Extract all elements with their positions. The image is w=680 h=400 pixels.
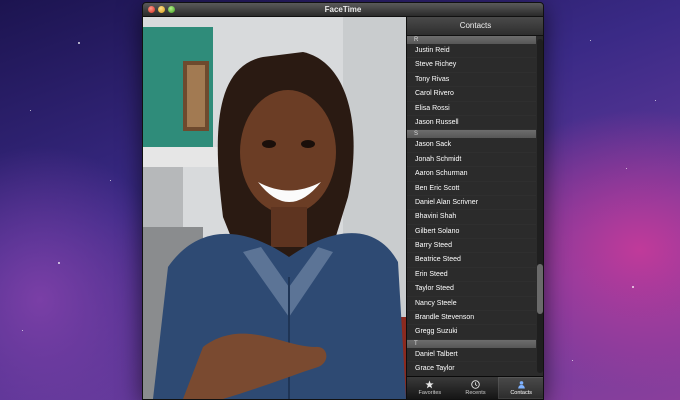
- contact-row[interactable]: Gregg Suzuki: [407, 325, 536, 339]
- video-preview: [143, 17, 406, 399]
- tab-contacts[interactable]: Contacts: [498, 377, 543, 399]
- contact-row[interactable]: Jonah Schmidt: [407, 153, 536, 167]
- video-feed-image: [143, 17, 406, 399]
- title-bar[interactable]: FaceTime: [143, 3, 543, 17]
- contact-row[interactable]: Steve Richey: [407, 58, 536, 72]
- facetime-window: FaceTime Contacts R Justin Reid Steve Ri…: [142, 2, 544, 400]
- star-icon: [425, 380, 434, 389]
- contacts-header: Contacts: [407, 17, 543, 36]
- contact-row[interactable]: Daniel Talbert: [407, 348, 536, 362]
- contact-row[interactable]: Grace Taylor: [407, 362, 536, 376]
- contact-row[interactable]: Justin Reid: [407, 44, 536, 58]
- person-icon: [517, 381, 525, 389]
- section-header-s: S: [407, 130, 536, 139]
- contact-row[interactable]: Jason Sack: [407, 138, 536, 152]
- contact-row[interactable]: Daniel Alan Scrivner: [407, 196, 536, 210]
- contact-row[interactable]: Taylor Steed: [407, 282, 536, 296]
- contact-row[interactable]: Aaron Schurman: [407, 167, 536, 181]
- contact-row[interactable]: Gilbert Solano: [407, 225, 536, 239]
- contact-row[interactable]: Jason Russell: [407, 116, 536, 130]
- scroll-thumb[interactable]: [537, 264, 543, 314]
- contact-row[interactable]: Carol Rivero: [407, 87, 536, 101]
- section-header-t: T: [407, 339, 536, 348]
- contact-row[interactable]: Brandle Stevenson: [407, 311, 536, 325]
- contacts-scrollbar[interactable]: [537, 39, 543, 373]
- contact-row[interactable]: Beatrice Steed: [407, 253, 536, 267]
- contact-row[interactable]: Erin Steed: [407, 268, 536, 282]
- contact-row[interactable]: Elisa Rossi: [407, 102, 536, 116]
- tab-recents[interactable]: Recents: [453, 377, 499, 399]
- contacts-panel: Contacts R Justin Reid Steve Richey Tony…: [406, 17, 543, 399]
- contact-row[interactable]: Tony Rivas: [407, 73, 536, 87]
- window-title: FaceTime: [324, 5, 362, 14]
- contact-row[interactable]: Nancy Steele: [407, 297, 536, 311]
- tab-recents-label: Recents: [465, 390, 486, 396]
- contact-row[interactable]: Barry Steed: [407, 239, 536, 253]
- tab-bar: Favorites Recents Contacts: [407, 376, 543, 399]
- clock-icon: [471, 380, 480, 389]
- section-header-r: R: [407, 36, 536, 44]
- tab-favorites[interactable]: Favorites: [407, 377, 453, 399]
- tab-favorites-label: Favorites: [418, 390, 442, 396]
- contacts-list[interactable]: R Justin Reid Steve Richey Tony Rivas Ca…: [407, 36, 536, 377]
- contact-row[interactable]: Ben Eric Scott: [407, 182, 536, 196]
- tab-contacts-label: Contacts: [510, 390, 533, 396]
- contact-row[interactable]: Bhavini Shah: [407, 210, 536, 224]
